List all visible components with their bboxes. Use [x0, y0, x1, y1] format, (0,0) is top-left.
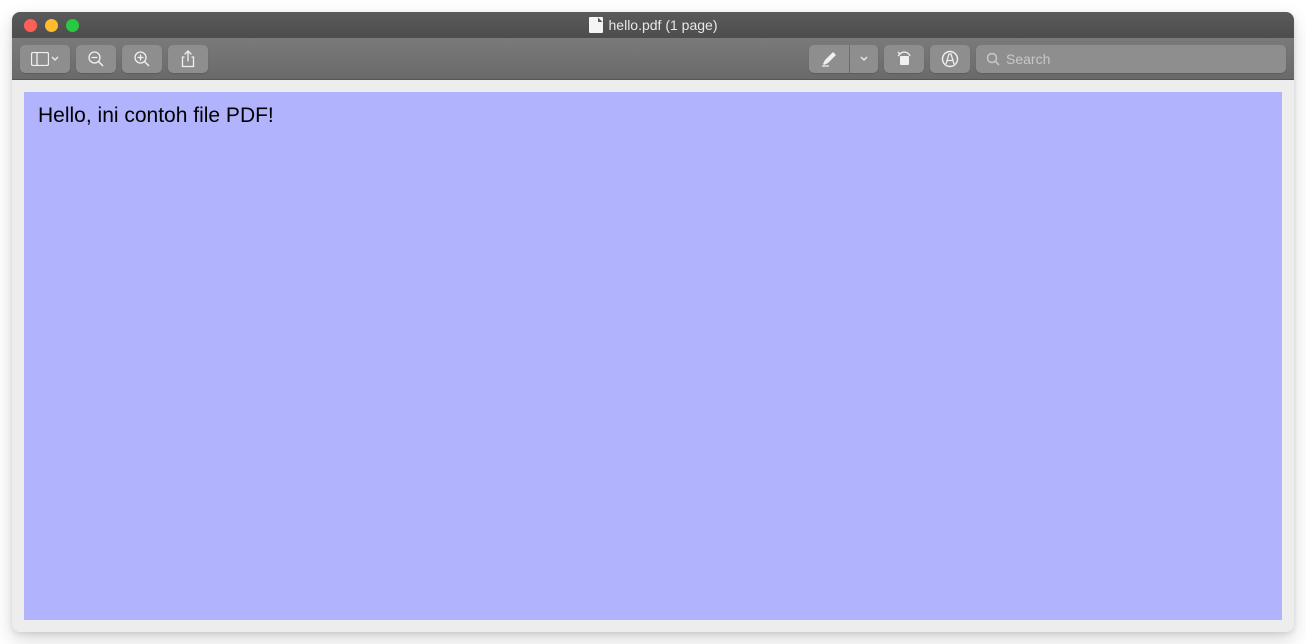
- zoom-in-button[interactable]: [122, 45, 162, 73]
- rotate-icon: [895, 51, 913, 67]
- titlebar[interactable]: hello.pdf (1 page): [12, 12, 1294, 38]
- chevron-down-icon: [51, 56, 59, 61]
- window-controls: [12, 19, 79, 32]
- window-title: hello.pdf (1 page): [609, 17, 718, 33]
- app-window: hello.pdf (1 page): [12, 12, 1294, 632]
- zoom-out-icon: [87, 50, 105, 68]
- search-icon: [986, 52, 1000, 66]
- content-area[interactable]: Hello, ini contoh file PDF!: [12, 80, 1294, 632]
- minimize-button[interactable]: [45, 19, 58, 32]
- chevron-down-icon: [860, 56, 868, 61]
- window-title-area: hello.pdf (1 page): [589, 17, 718, 33]
- pdf-page: Hello, ini contoh file PDF!: [24, 92, 1282, 620]
- zoom-controls: [76, 45, 162, 73]
- pdf-text-content: Hello, ini contoh file PDF!: [38, 104, 1268, 128]
- markup-icon: [941, 50, 959, 68]
- zoom-in-icon: [133, 50, 151, 68]
- search-box[interactable]: [976, 45, 1286, 73]
- share-icon: [181, 50, 195, 68]
- rotate-button[interactable]: [884, 45, 924, 73]
- highlight-dropdown-button[interactable]: [850, 45, 878, 73]
- close-button[interactable]: [24, 19, 37, 32]
- document-icon: [589, 17, 603, 33]
- highlight-icon: [821, 51, 837, 67]
- sidebar-toggle-button[interactable]: [20, 45, 70, 73]
- search-input[interactable]: [1006, 51, 1276, 67]
- highlight-controls: [809, 45, 878, 73]
- highlight-button[interactable]: [809, 45, 849, 73]
- markup-button[interactable]: [930, 45, 970, 73]
- toolbar: [12, 38, 1294, 80]
- zoom-out-button[interactable]: [76, 45, 116, 73]
- sidebar-icon: [31, 52, 49, 66]
- share-button[interactable]: [168, 45, 208, 73]
- maximize-button[interactable]: [66, 19, 79, 32]
